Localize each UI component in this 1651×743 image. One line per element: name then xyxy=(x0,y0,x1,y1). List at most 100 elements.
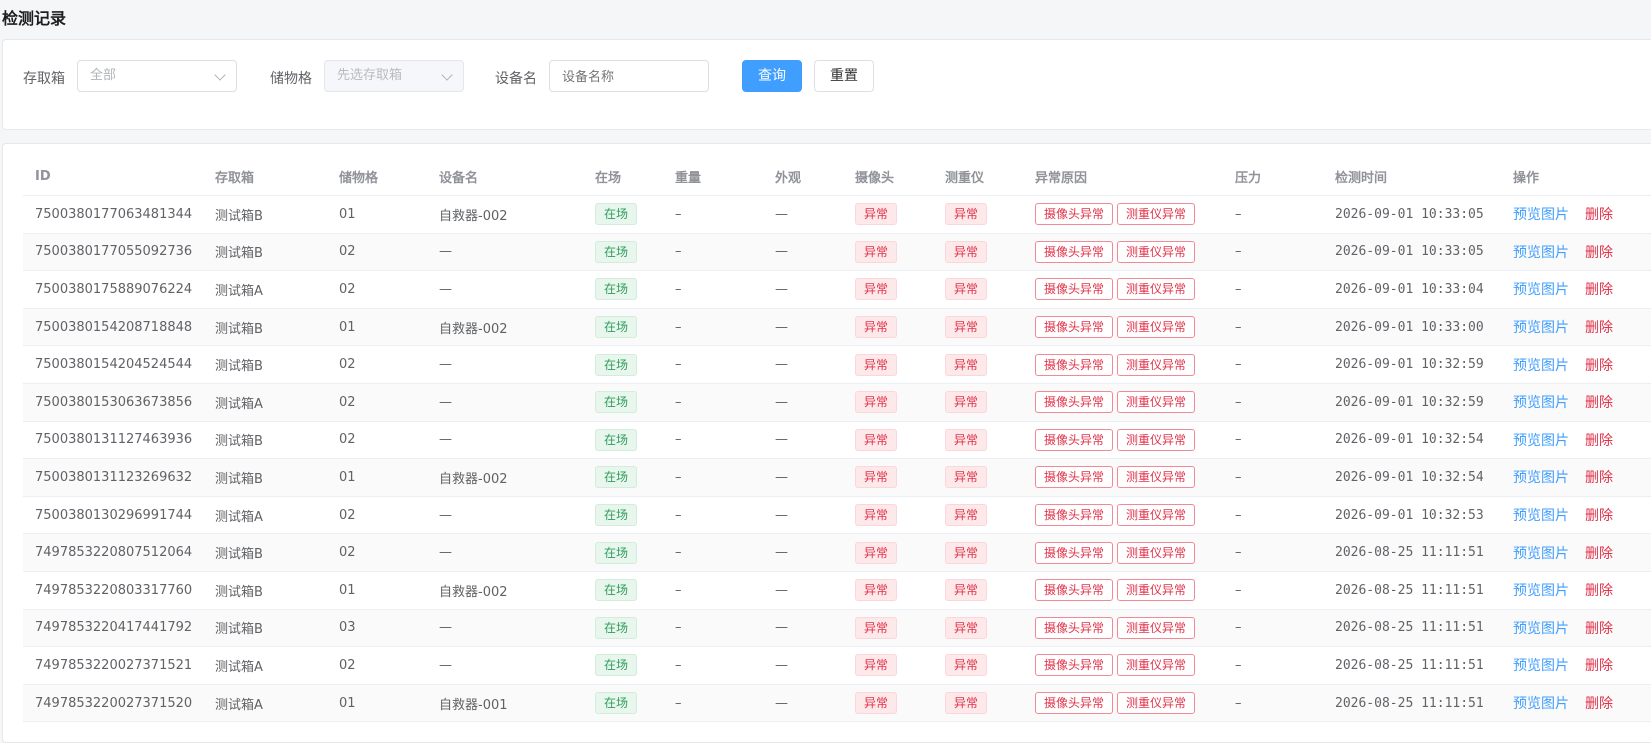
preview-image-link[interactable]: 预览图片 xyxy=(1513,658,1569,674)
abnormal-reason-tag: 测重仪异常 xyxy=(1117,316,1196,339)
slot-number: 01 xyxy=(339,582,356,598)
preview-image-link[interactable]: 预览图片 xyxy=(1513,282,1569,298)
delete-link[interactable]: 删除 xyxy=(1585,621,1613,637)
delete-link[interactable]: 删除 xyxy=(1585,395,1613,411)
preview-image-link[interactable]: 预览图片 xyxy=(1513,470,1569,486)
scale-status-badge: 异常 xyxy=(945,579,988,602)
table-cell: 02 xyxy=(327,270,427,309)
presence-badge: 在场 xyxy=(595,353,638,376)
abnormal-reason-tag: 摄像头异常 xyxy=(1035,692,1114,715)
delete-link[interactable]: 删除 xyxy=(1585,470,1613,486)
table-cell: 异常 xyxy=(933,308,1023,347)
preview-image-link[interactable]: 预览图片 xyxy=(1513,508,1569,524)
camera-status-badge: 异常 xyxy=(855,466,898,489)
delete-link[interactable]: 删除 xyxy=(1585,358,1613,374)
delete-link[interactable]: 删除 xyxy=(1585,508,1613,524)
table-row: 7500380177055092736 测试箱B 02 — 在场 – — 异常 异常 摄像头异常测… xyxy=(23,233,1651,272)
abnormal-reason-tag: 摄像头异常 xyxy=(1035,541,1114,564)
abnormal-reason-tag: 摄像头异常 xyxy=(1035,616,1114,639)
table-cell: 异常 xyxy=(843,646,933,685)
scale-status-badge: 异常 xyxy=(945,504,988,527)
appearance-value: — xyxy=(775,432,788,448)
table-cell: 在场 xyxy=(583,270,663,309)
table-cell: – xyxy=(1223,308,1323,347)
table-cell: – xyxy=(663,496,763,535)
abnormal-reason-tag: 测重仪异常 xyxy=(1117,278,1196,301)
table-cell: – xyxy=(1223,383,1323,422)
device-name-input[interactable] xyxy=(549,60,709,92)
detection-time: 2026-09-01 10:33:05 xyxy=(1335,206,1484,222)
appearance-value: — xyxy=(775,620,788,636)
scale-status-badge: 异常 xyxy=(945,391,988,414)
delete-link[interactable]: 删除 xyxy=(1585,583,1613,599)
weight-value: – xyxy=(675,620,682,636)
slot-number: 02 xyxy=(339,432,356,448)
table-cell: 预览图片 删除 xyxy=(1501,571,1651,610)
delete-link[interactable]: 删除 xyxy=(1585,282,1613,298)
scale-status-badge: 异常 xyxy=(945,466,988,489)
preview-image-link[interactable]: 预览图片 xyxy=(1513,207,1569,223)
pressure-value: – xyxy=(1235,244,1242,260)
table-cell: 测试箱A xyxy=(203,270,327,309)
delete-link[interactable]: 删除 xyxy=(1585,433,1613,449)
preview-image-link[interactable]: 预览图片 xyxy=(1513,583,1569,599)
preview-image-link[interactable]: 预览图片 xyxy=(1513,696,1569,712)
record-id: 7497853220807512064 xyxy=(35,545,193,561)
detection-time: 2026-08-25 11:11:51 xyxy=(1335,582,1484,598)
table-cell: 测试箱A xyxy=(203,496,327,535)
table-row: 7497853220027371521 测试箱A 02 — 在场 – — 异常 异常 摄像头异常测… xyxy=(23,646,1651,685)
table-cell: 02 xyxy=(327,383,427,422)
preview-image-link[interactable]: 预览图片 xyxy=(1513,546,1569,562)
pressure-value: – xyxy=(1235,695,1242,711)
delete-link[interactable]: 删除 xyxy=(1585,207,1613,223)
abnormal-reason-tag: 测重仪异常 xyxy=(1117,466,1196,489)
pressure-value: – xyxy=(1235,545,1242,561)
table-cell: 预览图片 删除 xyxy=(1501,383,1651,422)
slot-filter-label: 储物格 xyxy=(270,71,312,87)
preview-image-link[interactable]: 预览图片 xyxy=(1513,395,1569,411)
abnormal-reason-tag: 测重仪异常 xyxy=(1117,353,1196,376)
table-row: 7500380130296991744 测试箱A 02 — 在场 – — 异常 异常 摄像头异常测… xyxy=(23,496,1651,535)
table-cell: 7497853220807512064 xyxy=(23,533,203,572)
table-cell: 摄像头异常 测重仪异常 xyxy=(1023,195,1223,234)
abnormal-reason-tag: 测重仪异常 xyxy=(1117,654,1196,677)
reset-button[interactable]: 重置 xyxy=(814,60,874,92)
slot-select[interactable]: 先选存取箱 xyxy=(324,60,464,92)
weight-value: – xyxy=(675,432,682,448)
preview-image-link[interactable]: 预览图片 xyxy=(1513,433,1569,449)
presence-badge: 在场 xyxy=(595,692,638,715)
table-cell: 异常 xyxy=(933,609,1023,648)
preview-image-link[interactable]: 预览图片 xyxy=(1513,320,1569,336)
query-button[interactable]: 查询 xyxy=(742,60,802,92)
table-cell: 在场 xyxy=(583,533,663,572)
table-cell: 异常 xyxy=(933,383,1023,422)
scale-status-badge: 异常 xyxy=(945,240,988,263)
camera-status-badge: 异常 xyxy=(855,316,898,339)
table-cell: 在场 xyxy=(583,684,663,723)
table-cell: – xyxy=(663,270,763,309)
table-cell: 摄像头异常 测重仪异常 xyxy=(1023,533,1223,572)
delete-link[interactable]: 删除 xyxy=(1585,546,1613,562)
device-name: 自救器-002 xyxy=(439,321,508,337)
slot-number: 02 xyxy=(339,244,356,260)
table-cell: 7500380130296991744 xyxy=(23,496,203,535)
table-cell: 2026-09-01 10:33:00 xyxy=(1323,308,1501,347)
preview-image-link[interactable]: 预览图片 xyxy=(1513,245,1569,261)
delete-link[interactable]: 删除 xyxy=(1585,245,1613,261)
table-cell: 预览图片 删除 xyxy=(1501,684,1651,723)
preview-image-link[interactable]: 预览图片 xyxy=(1513,621,1569,637)
table-cell: 7500380154208718848 xyxy=(23,308,203,347)
delete-link[interactable]: 删除 xyxy=(1585,658,1613,674)
record-id: 7500380153063673856 xyxy=(35,394,193,410)
table-cell: 2026-09-01 10:32:54 xyxy=(1323,421,1501,460)
box-select[interactable]: 全部 xyxy=(77,60,237,92)
preview-image-link[interactable]: 预览图片 xyxy=(1513,358,1569,374)
detection-time: 2026-09-01 10:32:53 xyxy=(1335,507,1484,523)
table-cell: 异常 xyxy=(843,684,933,723)
table-cell: 摄像头异常 测重仪异常 xyxy=(1023,571,1223,610)
scale-status-badge: 异常 xyxy=(945,616,988,639)
delete-link[interactable]: 删除 xyxy=(1585,696,1613,712)
table-cell: – xyxy=(1223,421,1323,460)
presence-badge: 在场 xyxy=(595,466,638,489)
delete-link[interactable]: 删除 xyxy=(1585,320,1613,336)
